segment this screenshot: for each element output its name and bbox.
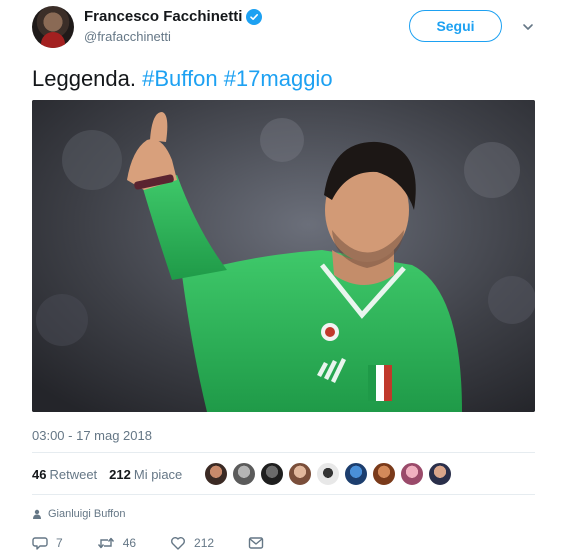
liker-avatar[interactable]	[260, 462, 285, 486]
retweets-count: 46	[32, 466, 47, 482]
verified-badge-icon	[246, 9, 263, 25]
follow-button[interactable]: Segui	[409, 10, 502, 42]
like-count: 212	[194, 536, 215, 550]
retweet-count: 46	[122, 536, 137, 550]
tweet-actions: 7 46 212	[32, 535, 306, 551]
photo-icon	[32, 100, 535, 412]
retweet-icon	[97, 537, 114, 549]
reply-icon	[32, 537, 48, 550]
hashtag-buffon[interactable]: #Buffon	[142, 66, 217, 91]
tweet-text: Leggenda. #Buffon #17maggio	[32, 66, 333, 92]
retweets-label: Retweet	[49, 466, 98, 482]
reply-count: 7	[56, 536, 63, 550]
author-handle[interactable]: @frafacchinetti	[84, 29, 262, 44]
author-display-name[interactable]: Francesco Facchinetti	[84, 8, 242, 26]
liker-avatar[interactable]	[400, 462, 425, 486]
like-button[interactable]: 212	[170, 535, 214, 551]
reply-context-name: Gianluigi Buffon	[48, 508, 126, 520]
liker-avatar[interactable]	[316, 462, 341, 486]
liker-avatar[interactable]	[232, 462, 257, 486]
liker-avatars	[204, 462, 456, 486]
liker-avatar[interactable]	[204, 462, 229, 486]
person-icon	[33, 509, 41, 519]
like-icon	[171, 537, 186, 550]
tweet-stats: 46 Retweet 212 Mi piace	[32, 458, 535, 490]
divider	[32, 494, 535, 495]
likes-count: 212	[109, 466, 131, 482]
reply-context[interactable]: Gianluigi Buffon	[32, 508, 125, 520]
tweet-header: Francesco Facchinetti @frafacchinetti Se…	[32, 6, 542, 50]
liker-avatar[interactable]	[288, 462, 313, 486]
author-name-link[interactable]: Francesco Facchinetti	[84, 8, 263, 26]
liker-avatar[interactable]	[372, 462, 397, 486]
reply-button[interactable]: 7	[32, 535, 63, 551]
liker-avatar[interactable]	[428, 462, 453, 486]
chevron-down-icon[interactable]	[521, 20, 535, 34]
tweet-timestamp[interactable]: 03:00 - 17 mag 2018	[32, 428, 152, 443]
divider	[32, 452, 535, 453]
tweet-text-plain: Leggenda.	[32, 66, 143, 91]
author-avatar[interactable]	[32, 6, 74, 48]
message-icon	[248, 537, 264, 549]
likes-label: Mi piace	[133, 466, 183, 482]
retweet-button[interactable]: 46	[97, 535, 136, 551]
direct-message-button[interactable]	[248, 535, 272, 551]
tweet-photo[interactable]	[32, 100, 535, 412]
author-info: Francesco Facchinetti @frafacchinetti	[84, 8, 263, 44]
retweets-stat[interactable]: 46 Retweet	[32, 467, 97, 482]
likes-stat[interactable]: 212 Mi piace	[109, 467, 182, 482]
liker-avatar[interactable]	[344, 462, 369, 486]
hashtag-17maggio[interactable]: #17maggio	[224, 66, 333, 91]
